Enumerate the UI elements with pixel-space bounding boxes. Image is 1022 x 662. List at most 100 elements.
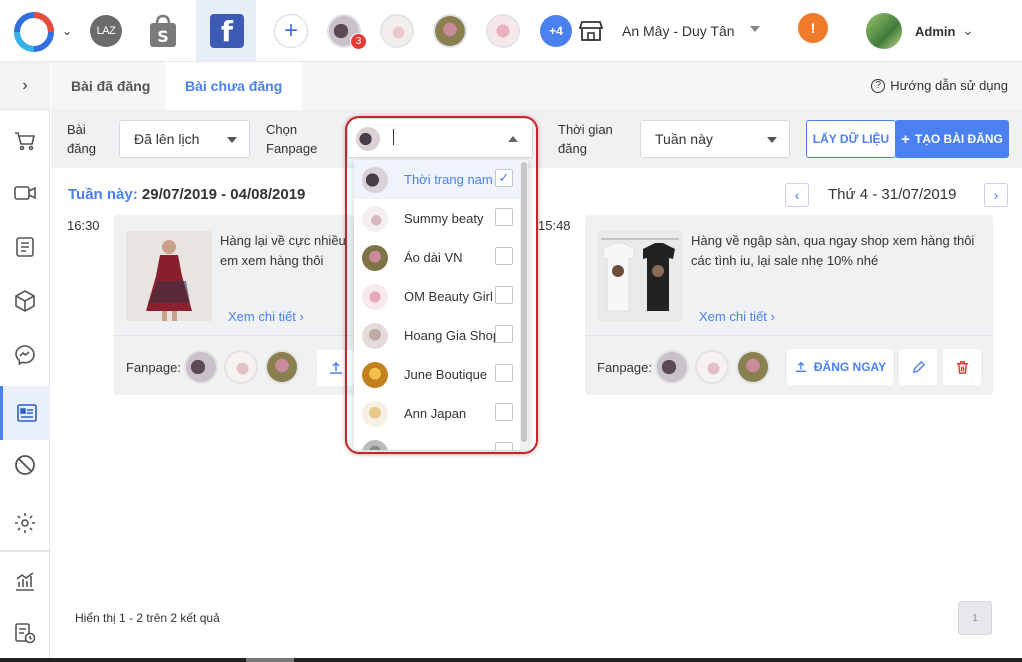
view-detail-link[interactable]: Xem chi tiết › xyxy=(699,309,775,324)
week-range-value: 29/07/2019 - 04/08/2019 xyxy=(141,186,306,203)
time-select[interactable]: Tuần này xyxy=(640,120,790,158)
post-status-select[interactable]: Đã lên lịch xyxy=(119,120,250,158)
checkbox[interactable] xyxy=(495,286,513,304)
dropdown-scrollbar[interactable] xyxy=(520,160,528,450)
shopee-icon[interactable]: S xyxy=(148,14,178,48)
avatar[interactable] xyxy=(866,13,902,49)
user-name[interactable]: Admin xyxy=(915,24,955,39)
post-card: Hàng lại về cực nhiều em xem hàng thôi X… xyxy=(114,215,354,395)
create-post-button[interactable]: + TẠO BÀI ĐĂNG xyxy=(895,120,1009,158)
sidebar: › xyxy=(0,62,50,662)
page-button[interactable]: 1 xyxy=(958,601,992,635)
horizontal-scrollbar[interactable] xyxy=(0,658,1022,662)
trash-icon xyxy=(956,360,968,374)
list-item[interactable]: Ann Japan xyxy=(354,394,520,433)
text-cursor xyxy=(393,129,394,145)
upload-icon xyxy=(795,361,807,373)
post-now-button[interactable]: ĐĂNG NGAY xyxy=(787,349,893,385)
plus-icon: + xyxy=(901,130,910,148)
fanpage-avatar[interactable] xyxy=(695,350,729,384)
fanpage-avatar[interactable] xyxy=(736,350,770,384)
fanpage-name: OM Beauty Girl xyxy=(404,289,493,304)
delete-button[interactable] xyxy=(943,349,981,385)
facebook-icon[interactable]: f xyxy=(210,14,244,48)
fanpage-name: Hoang Gia Shop xyxy=(404,328,501,343)
sidebar-item-history[interactable] xyxy=(0,606,50,660)
app-logo-icon[interactable] xyxy=(14,12,54,52)
checkbox[interactable] xyxy=(495,364,513,382)
help-link[interactable]: ? Hướng dẫn sử dụng xyxy=(871,78,1008,93)
sidebar-item-notes[interactable] xyxy=(0,220,50,274)
fanpage-avatar[interactable] xyxy=(655,350,689,384)
edit-button[interactable] xyxy=(899,349,937,385)
post-image[interactable] xyxy=(597,231,683,321)
post-time: 15:48 xyxy=(538,218,571,233)
add-page-button[interactable]: + xyxy=(274,14,308,48)
list-item[interactable]: Summy beaty xyxy=(354,199,520,238)
list-item[interactable]: Áo dài VN xyxy=(354,238,520,277)
sidebar-expand-button[interactable]: › xyxy=(0,62,50,110)
list-item[interactable]: Thời trang nam ✓ xyxy=(354,160,520,199)
checkbox[interactable] xyxy=(495,247,513,265)
sidebar-item-blocked[interactable] xyxy=(0,438,50,492)
sidebar-item-reports[interactable] xyxy=(0,554,50,608)
page-avatar-2[interactable] xyxy=(380,14,414,48)
fanpage-avatar xyxy=(362,362,388,388)
time-label-line2: đăng xyxy=(558,141,587,156)
list-item[interactable]: OM Beauty Girl xyxy=(354,277,520,316)
pencil-icon xyxy=(912,360,925,373)
svg-text:S: S xyxy=(157,27,169,46)
caret-down-icon[interactable] xyxy=(750,26,760,32)
prev-day-button[interactable]: ‹ xyxy=(785,183,809,207)
block-icon xyxy=(15,455,35,475)
sidebar-item-settings[interactable] xyxy=(0,496,50,550)
fanpage-name: Ann Japan xyxy=(404,406,467,421)
post-image[interactable] xyxy=(126,231,212,321)
tab-unposted[interactable]: Bài chưa đăng xyxy=(165,62,303,110)
caret-up-icon[interactable] xyxy=(508,136,518,142)
post-list-icon xyxy=(16,404,37,422)
fanpage-avatar[interactable] xyxy=(224,350,258,384)
sidebar-item-orders[interactable] xyxy=(0,114,50,168)
fetch-data-button[interactable]: LẤY DỮ LIỆU xyxy=(806,120,896,158)
page-avatar-3[interactable] xyxy=(433,14,467,48)
scrollbar-thumb[interactable] xyxy=(246,658,294,662)
sidebar-item-products[interactable] xyxy=(0,274,50,328)
warning-icon[interactable]: ! xyxy=(798,13,828,43)
checkbox[interactable] xyxy=(495,325,513,343)
fanpage-avatar xyxy=(362,206,388,232)
chevron-down-icon[interactable]: ⌄ xyxy=(62,24,72,38)
chevron-down-icon[interactable]: ⌄ xyxy=(962,22,974,39)
sidebar-item-live[interactable] xyxy=(0,166,50,220)
fanpage-avatar[interactable] xyxy=(265,350,299,384)
view-detail-label: Xem chi tiết xyxy=(699,309,767,324)
list-item[interactable]: June Boutique xyxy=(354,355,520,394)
caret-down-icon xyxy=(767,137,777,143)
page-avatar-4[interactable] xyxy=(486,14,520,48)
checkbox[interactable]: ✓ xyxy=(495,169,513,187)
document-icon xyxy=(16,237,34,257)
checkbox[interactable] xyxy=(495,403,513,421)
post-now-button-partial[interactable] xyxy=(317,350,354,386)
sidebar-item-posts[interactable] xyxy=(0,386,50,440)
more-pages-button[interactable]: +4 xyxy=(540,15,572,47)
help-label: Hướng dẫn sử dụng xyxy=(890,78,1008,93)
fanpage-select-input[interactable] xyxy=(347,118,533,158)
fanpage-avatar xyxy=(362,284,388,310)
checkbox[interactable] xyxy=(495,208,513,226)
card-divider xyxy=(585,335,993,336)
lazada-icon[interactable]: LAZ xyxy=(90,15,122,47)
checkbox[interactable] xyxy=(495,442,513,450)
sidebar-item-messenger[interactable] xyxy=(0,328,50,382)
tab-posted[interactable]: Bài đã đăng xyxy=(51,62,170,110)
post-status-label-line1: Bài xyxy=(67,122,86,137)
list-item[interactable] xyxy=(354,433,520,450)
video-icon xyxy=(14,186,36,200)
scrollbar-thumb[interactable] xyxy=(521,162,527,442)
list-item[interactable]: Hoang Gia Shop xyxy=(354,316,520,355)
post-card: Hàng về ngập sàn, qua ngay shop xem hàng… xyxy=(585,215,993,395)
fanpage-avatar[interactable] xyxy=(184,350,218,384)
next-day-button[interactable]: › xyxy=(984,183,1008,207)
store-selector[interactable]: An Mây - Duy Tân xyxy=(622,23,735,39)
view-detail-link[interactable]: Xem chi tiết › xyxy=(228,309,304,324)
